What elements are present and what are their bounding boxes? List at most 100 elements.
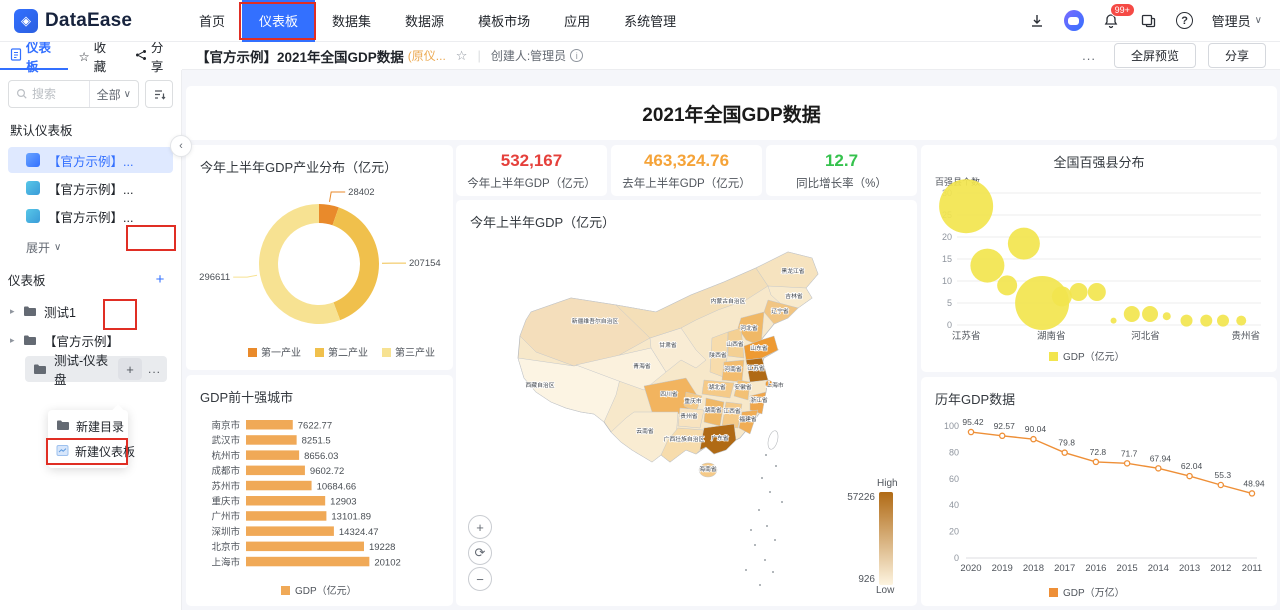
nav-item-6[interactable]: 应用	[547, 0, 607, 42]
chart-title: 今年上半年GDP产业分布（亿元）	[186, 145, 453, 176]
bubble-chart[interactable]: 全国百强县分布百强县个数051015202530江苏省湖南省河北省贵州省GDP（…	[921, 145, 1277, 372]
nav-item-4[interactable]: 数据源	[388, 0, 461, 42]
fullscreen-preview-button[interactable]: 全屏预览	[1114, 43, 1196, 68]
svg-text:第二产业: 第二产业	[328, 346, 368, 359]
svg-text:四川省: 四川省	[660, 390, 678, 398]
app-window: ◈ DataEase 首页仪表板数据集数据源模板市场应用系统管理 99+ ? 管…	[0, 0, 1280, 610]
sidebar-tab-2[interactable]: ☆收藏	[68, 42, 124, 70]
row-more-button[interactable]: ...	[148, 362, 161, 376]
svg-text:西藏自治区: 西藏自治区	[526, 381, 555, 389]
svg-text:8251.5: 8251.5	[302, 436, 331, 447]
legend-max-value: 57226	[835, 492, 875, 585]
notifications-bell-icon[interactable]: 99+	[1101, 11, 1121, 31]
svg-text:青海省: 青海省	[633, 362, 651, 370]
legend-min-value: 926	[835, 574, 875, 585]
map-zoom-out-button[interactable]: −	[468, 567, 492, 591]
svg-text:48.94: 48.94	[1243, 478, 1265, 488]
line-chart[interactable]: 02040608010095.42202092.57201990.0420187…	[921, 408, 1277, 608]
bar-chart[interactable]: 南京市7622.77武汉市8251.5杭州市8656.03成都市9602.72苏…	[186, 406, 453, 606]
svg-text:贵州省: 贵州省	[680, 412, 698, 420]
svg-text:7622.77: 7622.77	[298, 421, 332, 432]
help-icon[interactable]: ?	[1175, 11, 1195, 31]
svg-text:黑龙江省: 黑龙江省	[781, 267, 804, 275]
svg-text:40: 40	[949, 500, 959, 510]
svg-text:安徽省: 安徽省	[734, 383, 752, 391]
map-gradient-legend: High 57226 926 Low	[835, 478, 905, 599]
search-input[interactable]	[28, 87, 89, 101]
svg-text:广州市: 广州市	[211, 511, 240, 523]
origin-tag: (原仪...	[408, 47, 446, 64]
kpi-label: 去年上半年GDP（亿元）	[622, 175, 750, 191]
svg-text:55.3: 55.3	[1215, 470, 1232, 480]
menu-item-new-folder[interactable]: 新建目录	[48, 414, 128, 439]
row-add-button[interactable]: +	[118, 358, 142, 380]
svg-text:河南省: 河南省	[724, 365, 742, 373]
filter-select[interactable]: 全部∨	[89, 81, 138, 107]
sub-header: 仪表板☆收藏分享 【官方示例】2021年全国GDP数据 (原仪... ☆ | 创…	[0, 42, 1280, 70]
share-button[interactable]: 分享	[1208, 43, 1266, 68]
kpi-label: 今年上半年GDP（亿元）	[467, 175, 595, 191]
svg-text:广东省: 广东省	[711, 434, 729, 442]
search-box: 全部∨	[8, 80, 139, 108]
svg-text:0: 0	[947, 320, 952, 330]
donut-chart[interactable]: 28402207154296611第一产业第二产业第三产业	[186, 176, 453, 368]
sidebar-item-official-3[interactable]: 【官方示例】...	[8, 203, 173, 229]
info-icon[interactable]: i	[570, 49, 583, 62]
svg-text:辽宁省: 辽宁省	[771, 307, 789, 315]
sidebar-item-official-1[interactable]: 【官方示例】...	[8, 147, 173, 173]
svg-text:80: 80	[949, 447, 959, 457]
nav-item-5[interactable]: 模板市场	[461, 0, 547, 42]
folder-icon	[23, 305, 37, 317]
assistant-chat-icon[interactable]	[1064, 11, 1084, 31]
svg-text:15: 15	[942, 254, 952, 264]
copy-template-icon[interactable]	[1138, 11, 1158, 31]
svg-text:2019: 2019	[992, 563, 1013, 574]
svg-text:79.8: 79.8	[1058, 438, 1075, 448]
svg-text:10684.66: 10684.66	[317, 481, 357, 492]
favorite-star-icon[interactable]: ☆	[456, 48, 468, 64]
top-navbar: ◈ DataEase 首页仪表板数据集数据源模板市场应用系统管理 99+ ? 管…	[0, 0, 1280, 42]
add-dashboard-button[interactable]: +	[149, 271, 171, 288]
svg-text:深圳市: 深圳市	[211, 526, 240, 538]
nav-item-3[interactable]: 数据集	[315, 0, 388, 42]
more-button[interactable]: ...	[1076, 48, 1102, 63]
svg-text:武汉市: 武汉市	[211, 435, 240, 447]
brand-logo[interactable]: ◈ DataEase	[0, 9, 182, 33]
sidebar-tab-1[interactable]: 仪表板	[0, 42, 68, 70]
sidebar-item-official-2[interactable]: 【官方示例】...	[8, 175, 173, 201]
svg-text:山西省: 山西省	[726, 340, 744, 348]
nav-item-1[interactable]: 首页	[182, 0, 242, 42]
sort-button[interactable]	[145, 80, 173, 108]
expand-link[interactable]: 展开∨	[0, 231, 181, 262]
map-zoom-in-button[interactable]: +	[468, 515, 492, 539]
svg-text:95.42: 95.42	[962, 417, 984, 427]
user-menu[interactable]: 管理员 ∨	[1212, 11, 1262, 30]
svg-text:20: 20	[942, 232, 952, 242]
map-reset-button[interactable]: ⟳	[468, 541, 492, 565]
svg-text:2011: 2011	[1242, 563, 1262, 574]
tree-item-1[interactable]: ▸测试1	[0, 298, 181, 324]
page-header: 【官方示例】2021年全国GDP数据 (原仪... ☆ | 创建人:管理员 i …	[182, 42, 1280, 70]
gradient-bar	[879, 492, 893, 585]
nav-item-7[interactable]: 系统管理	[607, 0, 693, 42]
menu-item-new-dashboard[interactable]: 新建仪表板	[48, 439, 128, 464]
svg-text:江西省: 江西省	[723, 407, 741, 415]
sidebar-collapse-button[interactable]: ‹	[170, 135, 192, 157]
dashboard-title: 2021年全国GDP数据	[186, 86, 1277, 140]
panel-gdp-map: 今年上半年GDP（亿元） 新疆维吾尔自治区西藏自治区青海省甘肃省内蒙古自治区黑龙…	[456, 200, 917, 606]
kpi-value: 12.7	[825, 151, 858, 171]
kpi-value: 463,324.76	[644, 151, 729, 171]
svg-text:2013: 2013	[1179, 563, 1200, 574]
svg-text:苏州市: 苏州市	[211, 480, 240, 492]
svg-text:云南省: 云南省	[636, 427, 654, 435]
download-icon[interactable]	[1027, 11, 1047, 31]
sidebar-tab-3[interactable]: 分享	[125, 42, 182, 70]
svg-text:江苏省: 江苏省	[747, 364, 765, 372]
svg-text:湖北省: 湖北省	[708, 383, 726, 391]
nav-item-2[interactable]: 仪表板	[242, 0, 315, 42]
kpi-card-2: 463,324.76 去年上半年GDP（亿元）	[611, 145, 762, 196]
search-icon	[9, 88, 28, 100]
tree-item-selected[interactable]: 测试-仪表盘+...	[25, 356, 167, 382]
folder-icon	[56, 419, 70, 434]
svg-text:28402: 28402	[348, 187, 374, 198]
